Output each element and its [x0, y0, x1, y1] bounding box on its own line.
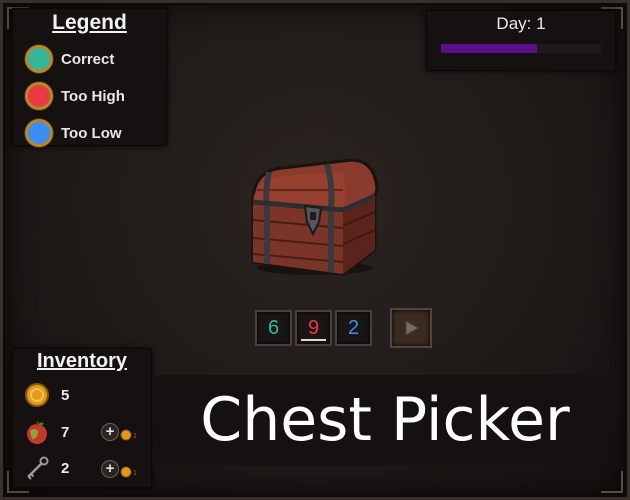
- inventory-item-key: 2: [23, 453, 69, 483]
- day-counter: Day: 1: [496, 14, 546, 33]
- day-panel: Day: 1: [426, 10, 616, 71]
- inventory-title: Inventory: [36, 350, 128, 372]
- inventory-panel: Inventory 5 7 + 1 2 + 1: [12, 348, 152, 488]
- key-cost: 1: [133, 469, 137, 477]
- legend-title: Legend: [52, 11, 127, 34]
- digit-value: 9: [307, 317, 320, 339]
- coin-count: 5: [61, 386, 70, 404]
- frame-corner: [601, 471, 623, 493]
- submit-guess-button[interactable]: [390, 308, 432, 348]
- coin-icon: [120, 466, 132, 478]
- day-progress-fill: [441, 44, 537, 53]
- legend-item-too-low: Too Low: [25, 118, 122, 148]
- digit-value: 2: [347, 317, 360, 339]
- digit-slot-1[interactable]: 6: [255, 310, 292, 346]
- apple-cost: 1: [133, 432, 137, 440]
- chest-icon: [251, 158, 379, 276]
- buy-apple-button[interactable]: + 1: [101, 421, 141, 443]
- apple-icon: [23, 418, 51, 446]
- buy-key-button[interactable]: + 1: [101, 458, 141, 480]
- treasure-chest[interactable]: [243, 150, 383, 280]
- play-icon: [405, 320, 419, 336]
- plus-icon: +: [101, 460, 119, 478]
- coin-icon: [23, 381, 51, 409]
- day-progress-bar: [441, 44, 601, 53]
- coin-icon: [120, 429, 132, 441]
- legend-panel: Legend Correct Too High Too Low: [12, 8, 167, 148]
- key-count: 2: [61, 459, 70, 477]
- game-title: Chest Picker: [155, 375, 615, 465]
- plus-icon: +: [101, 423, 119, 441]
- apple-count: 7: [61, 423, 70, 441]
- legend-label: Too Low: [61, 124, 122, 142]
- correct-color-dot: [25, 45, 53, 73]
- legend-item-too-high: Too High: [25, 81, 125, 111]
- digit-slot-2[interactable]: 9: [295, 310, 332, 346]
- too-high-color-dot: [25, 82, 53, 110]
- legend-item-correct: Correct: [25, 44, 114, 74]
- too-low-color-dot: [25, 119, 53, 147]
- legend-label: Correct: [61, 50, 115, 68]
- digit-value: 6: [267, 317, 280, 339]
- inventory-item-apple: 7: [23, 417, 69, 447]
- digit-slot-3[interactable]: 2: [335, 310, 372, 346]
- legend-label: Too High: [61, 87, 125, 105]
- inventory-item-coin: 5: [23, 380, 69, 410]
- key-icon: [23, 454, 51, 482]
